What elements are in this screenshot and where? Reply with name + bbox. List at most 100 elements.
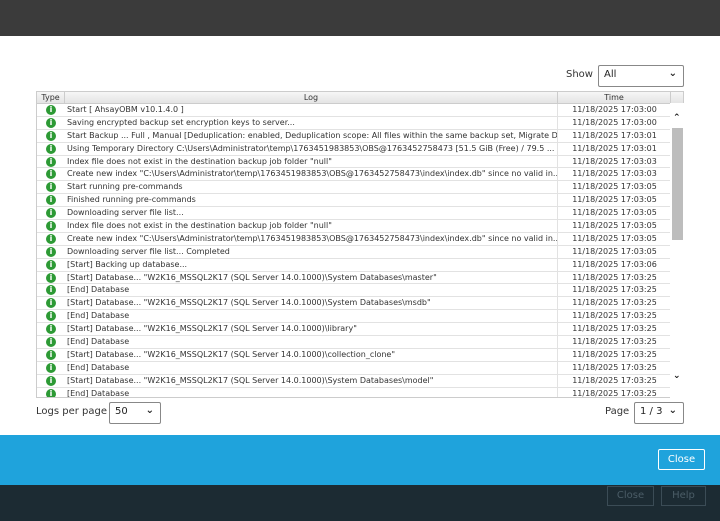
vertical-scrollbar[interactable]: ⌃ ⌄	[670, 103, 684, 398]
column-type[interactable]: Type	[37, 92, 65, 103]
time-cell: 11/18/2025 17:03:25	[572, 388, 657, 398]
time-cell: 11/18/2025 17:03:25	[572, 272, 657, 282]
scroll-down-icon[interactable]: ⌄	[673, 371, 681, 381]
info-icon: i	[46, 143, 56, 154]
table-row[interactable]: i [Start] Database... "W2K16_MSSQL2K17 (…	[37, 374, 683, 388]
table-row[interactable]: i Index file does not exist in the desti…	[37, 220, 683, 233]
type-cell: i	[37, 130, 65, 142]
logs-per-page-select[interactable]: 50 ⌄	[109, 402, 161, 424]
logs-per-page-label: Logs per page	[36, 406, 108, 417]
table-row[interactable]: i Index file does not exist in the desti…	[37, 155, 683, 169]
time-cell: 11/18/2025 17:03:25	[572, 311, 657, 321]
info-icon: i	[46, 233, 56, 244]
time-cell: 11/18/2025 17:03:01	[572, 130, 657, 140]
type-cell: i	[37, 388, 65, 397]
info-icon: i	[46, 195, 56, 206]
page-select[interactable]: 1 / 3 ⌄	[634, 402, 684, 424]
time-cell: 11/18/2025 17:03:25	[572, 324, 657, 334]
time-cell: 11/18/2025 17:03:06	[572, 259, 657, 269]
table-row[interactable]: i Using Temporary Directory C:\Users\Adm…	[37, 142, 683, 156]
info-icon: i	[46, 259, 56, 270]
table-row[interactable]: i Saving encrypted backup set encryption…	[37, 116, 683, 130]
table-row[interactable]: i [Start] Database... "W2K16_MSSQL2K17 (…	[37, 297, 683, 311]
log-cell: Index file does not exist in the destina…	[65, 220, 558, 232]
time-cell: 11/18/2025 17:03:03	[572, 169, 657, 179]
table-row[interactable]: i [End] Database 11/18/2025 17:03:25	[37, 387, 683, 398]
table-row[interactable]: i Downloading server file list... Comple…	[37, 245, 683, 259]
table-row[interactable]: i Downloading server file list... 11/18/…	[37, 207, 683, 221]
scrollbar-thumb[interactable]	[672, 128, 683, 240]
info-icon: i	[46, 208, 56, 219]
table-row[interactable]: i [Start] Database... "W2K16_MSSQL2K17 (…	[37, 323, 683, 337]
show-filter-select[interactable]: All ⌄	[598, 65, 684, 87]
page-label: Page	[605, 406, 630, 417]
table-row[interactable]: i [Start] Database... "W2K16_MSSQL2K17 (…	[37, 348, 683, 362]
info-icon: i	[46, 285, 56, 296]
type-cell: i	[37, 220, 65, 232]
chevron-down-icon: ⌄	[668, 68, 677, 79]
log-cell: [Start] Database... "W2K16_MSSQL2K17 (SQ…	[65, 348, 558, 361]
column-time[interactable]: Time	[558, 92, 671, 103]
time-cell: 11/18/2025 17:03:03	[572, 156, 657, 166]
table-row[interactable]: i [Start] Database... "W2K16_MSSQL2K17 (…	[37, 271, 683, 285]
log-cell: Finished running pre-commands	[65, 194, 558, 207]
log-cell: Saving encrypted backup set encryption k…	[65, 116, 558, 129]
table-row[interactable]: i [End] Database 11/18/2025 17:03:25	[37, 310, 683, 324]
table-row[interactable]: i Start running pre-commands 11/18/2025 …	[37, 181, 683, 195]
time-cell: 11/18/2025 17:03:25	[572, 362, 657, 372]
chevron-down-icon: ⌄	[668, 405, 677, 416]
log-cell: [End] Database	[65, 284, 558, 297]
info-icon: i	[46, 156, 56, 167]
background-close-button: Close	[607, 486, 654, 506]
type-cell: i	[37, 181, 65, 193]
table-row[interactable]: i Create new index "C:\Users\Administrat…	[37, 168, 683, 182]
time-cell: 11/18/2025 17:03:00	[572, 117, 657, 127]
type-cell: i	[37, 156, 65, 168]
info-icon: i	[46, 324, 56, 335]
time-cell: 11/18/2025 17:03:05	[572, 195, 657, 205]
type-cell: i	[37, 117, 65, 129]
log-cell: [End] Database	[65, 387, 558, 397]
chevron-down-icon: ⌄	[145, 405, 154, 416]
info-icon: i	[46, 388, 56, 397]
type-cell: i	[37, 233, 65, 245]
type-cell: i	[37, 336, 65, 348]
type-cell: i	[37, 207, 65, 219]
table-row[interactable]: i [Start] Backing up database... 11/18/2…	[37, 258, 683, 272]
time-cell: 11/18/2025 17:03:25	[572, 375, 657, 385]
scroll-up-icon[interactable]: ⌃	[673, 113, 681, 123]
column-log[interactable]: Log	[65, 92, 558, 103]
table-row[interactable]: i [End] Database 11/18/2025 17:03:25	[37, 361, 683, 375]
table-header: Type Log Time	[37, 92, 683, 104]
info-icon: i	[46, 336, 56, 347]
info-icon: i	[46, 130, 56, 141]
table-row[interactable]: i Finished running pre-commands 11/18/20…	[37, 194, 683, 208]
time-cell: 11/18/2025 17:03:05	[572, 233, 657, 243]
table-row[interactable]: i Start Backup ... Full , Manual [Dedupl…	[37, 129, 683, 143]
info-icon: i	[46, 169, 56, 180]
log-table: Type Log Time i Start [ AhsayOBM v10.1.4…	[36, 91, 684, 398]
time-cell: 11/18/2025 17:03:05	[572, 246, 657, 256]
background-help-button: Help	[661, 486, 706, 506]
type-cell: i	[37, 259, 65, 271]
log-cell: [Start] Database... "W2K16_MSSQL2K17 (SQ…	[65, 323, 558, 336]
type-cell: i	[37, 362, 65, 374]
log-cell: Create new index "C:\Users\Administrator…	[67, 232, 558, 245]
table-row[interactable]: i [End] Database 11/18/2025 17:03:25	[37, 284, 683, 298]
log-cell: [Start] Backing up database...	[65, 258, 558, 271]
table-row[interactable]: i Create new index "C:\Users\Administrat…	[37, 232, 683, 246]
type-cell: i	[37, 246, 65, 258]
dialog-footer	[0, 435, 720, 485]
info-icon: i	[46, 298, 56, 309]
table-row[interactable]: i Start [ AhsayOBM v10.1.4.0 ] 11/18/202…	[37, 104, 683, 117]
log-cell: Index file does not exist in the destina…	[65, 155, 558, 168]
log-cell: Start Backup ... Full , Manual [Deduplic…	[67, 129, 558, 142]
type-cell: i	[37, 143, 65, 155]
page-value: 1 / 3	[640, 406, 663, 417]
type-cell: i	[37, 349, 65, 361]
info-icon: i	[46, 362, 56, 373]
log-cell: Start running pre-commands	[65, 181, 558, 194]
close-button[interactable]: Close	[658, 449, 705, 470]
table-row[interactable]: i [End] Database 11/18/2025 17:03:25	[37, 336, 683, 349]
type-cell: i	[37, 297, 65, 309]
